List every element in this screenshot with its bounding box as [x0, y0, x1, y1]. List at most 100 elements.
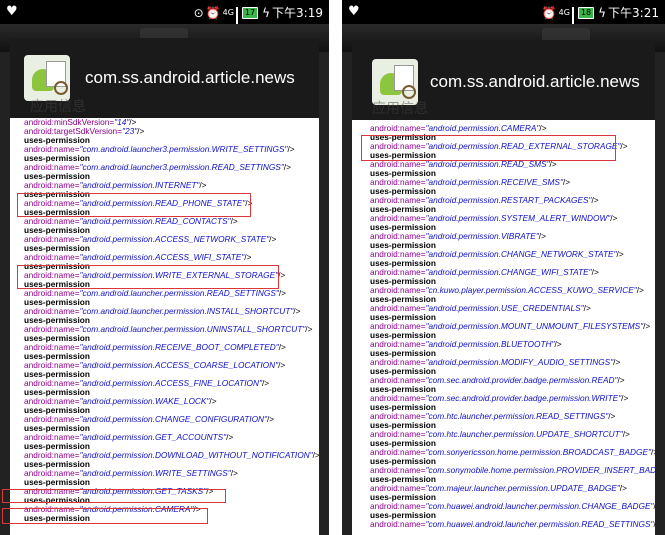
status-time: 下午3:21 — [608, 6, 659, 20]
network-type: 4G — [222, 8, 234, 17]
permission-name-line: android:name="com.huawei.android.launche… — [370, 520, 655, 529]
attr-value: "com.huawei.android.launcher.permission.… — [425, 519, 654, 529]
attr-value: "android.permission.CHANGE_WIFI_STATE" — [425, 267, 592, 277]
tag-close: /> — [608, 411, 616, 421]
network-type: 4G — [558, 8, 570, 17]
tag-close: /> — [538, 231, 546, 241]
attr-value: "com.android.launcher.permission.INSTALL… — [79, 306, 294, 316]
status-bar: ♥ ⏰ 4G 18 ϟ 下午3:21 — [342, 0, 665, 34]
tag-close: /> — [312, 450, 319, 460]
attr-value: "android.permission.INTERNET" — [79, 180, 200, 190]
tag-close: /> — [620, 141, 628, 151]
attr-value: "android.permission.DOWNLOAD_WITHOUT_NOT… — [79, 450, 313, 460]
manifest-permission-list[interactable]: android:name= "android.permission.CAMERA"… — [352, 124, 655, 535]
attr-value: "com.android.launcher3.permission.WRITE_… — [79, 144, 288, 154]
tag-close: /> — [278, 342, 286, 352]
battery-icon: 18 — [577, 6, 595, 19]
signal-icon — [571, 7, 574, 34]
attr-value: "android.permission.MODIFY_AUDIO_SETTING… — [425, 357, 614, 367]
attr-value: "com.majeur.launcher.permission.UPDATE_B… — [425, 483, 620, 493]
attr-value: "android.permission.GET_ACCOUNTS" — [79, 432, 227, 442]
attr-value: "android.permission.WAKE_LOCK" — [79, 396, 210, 406]
attr-value: "android.permission.RECEIVE_SMS" — [425, 177, 563, 187]
heart-icon: ♥ — [348, 4, 360, 19]
tag-close: /> — [293, 306, 301, 316]
manifest-permission-list[interactable]: android:minSdkVersion="14"/> android:targ… — [10, 118, 319, 535]
attr-value: "com.sonymobile.home.permission.PROVIDER… — [425, 465, 655, 475]
attr-value: "com.android.launcher.permission.UNINSTA… — [79, 324, 306, 334]
dialog-title: com.ss.android.article.news — [85, 68, 295, 87]
tag-close: /> — [226, 432, 234, 442]
charging-icon: ϟ — [598, 5, 607, 20]
tag-close: /> — [643, 321, 651, 331]
charging-icon: ϟ — [262, 5, 271, 20]
attr-value: "android.permission.CAMERA" — [425, 124, 540, 133]
heart-icon: ♥ — [6, 4, 18, 19]
highlight-box-write-external-storage — [17, 265, 279, 289]
tag-close: /> — [591, 195, 599, 205]
tag-close: /> — [616, 249, 624, 259]
tag-close: /> — [266, 414, 275, 424]
tag-close: /> — [261, 378, 270, 388]
attr-value: "android.permission.CHANGE_NETWORK_STATE… — [425, 249, 617, 259]
attr-name: android:name= — [370, 519, 426, 529]
attr-value: "android.permission.RESTART_PACKAGES" — [425, 195, 592, 205]
background-ghost-label: 应用信息 — [372, 100, 428, 116]
tag-close: /> — [230, 468, 238, 478]
attr-value: "com.sec.android.provider.badge.permissi… — [425, 393, 622, 403]
tag-close: /> — [562, 177, 571, 187]
attr-value: "23" — [122, 126, 138, 136]
tag-close: /> — [554, 339, 562, 349]
tag-close: /> — [278, 360, 286, 370]
attr-value: "com.htc.launcher.permission.READ_SETTIN… — [425, 411, 609, 421]
permission-dialog: com.ss.android.article.news 应用信息 android… — [352, 40, 655, 535]
alarm-icon: ⏰ — [541, 5, 557, 20]
attr-value: "android.permission.ACCESS_COARSE_LOCATI… — [79, 360, 279, 370]
location-icon: ⊙ — [193, 5, 204, 20]
attr-value: "com.android.launcher3.permission.READ_S… — [79, 162, 284, 172]
tag-close: /> — [650, 447, 655, 457]
attr-value: "android.permission.USE_CREDENTIALS" — [425, 303, 584, 313]
status-time: 下午3:19 — [272, 6, 323, 20]
tag-close: /> — [591, 267, 599, 277]
background-ghost-label: 应用信息 — [30, 98, 86, 114]
attr-value: "android.permission.VIBRATE" — [425, 231, 539, 241]
tag-close: /> — [278, 288, 287, 298]
highlight-box-read-external-storage — [361, 135, 616, 161]
attr-value: "android.permission.WRITE_SETTINGS" — [79, 468, 231, 478]
tag-close: /> — [621, 393, 629, 403]
attr-value: "android.permission.SYSTEM_ALERT_WINDOW" — [425, 213, 611, 223]
tag-close: /> — [137, 126, 145, 136]
tag-close: /> — [653, 501, 655, 511]
tag-close: /> — [278, 270, 286, 280]
attr-value: "android.permission.BLUETOOTH" — [425, 339, 555, 349]
tag-close: /> — [617, 375, 625, 385]
tag-close: /> — [610, 213, 618, 223]
tag-close: /> — [283, 162, 291, 172]
dialog-title: com.ss.android.article.news — [430, 72, 640, 91]
attr-value: "com.htc.launcher.permission.UPDATE_SHOR… — [425, 429, 623, 439]
attr-value: "android.permission.MOUNT_UNMOUNT_FILESY… — [425, 321, 644, 331]
tag-close: /> — [269, 234, 277, 244]
tag-close: /> — [583, 303, 591, 313]
tag-close: /> — [244, 252, 252, 262]
tag-close: /> — [539, 124, 547, 133]
battery-icon: 17 — [241, 6, 259, 19]
tag-close: /> — [209, 396, 217, 406]
highlight-box-get-tasks — [2, 489, 226, 503]
alarm-icon: ⏰ — [205, 5, 221, 20]
tag-close: /> — [287, 144, 295, 154]
highlight-box-read-phone-state — [17, 193, 251, 217]
tag-close: /> — [622, 429, 630, 439]
attr-value: "android.permission.CHANGE_CONFIGURATION… — [79, 414, 267, 424]
tag-close: /> — [619, 483, 627, 493]
attr-value: "android.permission.ACCESS_NETWORK_STATE… — [79, 234, 270, 244]
attr-value: "com.sonyericsson.home.permission.BROADC… — [425, 447, 651, 457]
tag-close: /> — [230, 216, 238, 226]
tag-close: /> — [613, 357, 621, 367]
status-bar: ♥ ⊙ ⏰ 4G 17 ϟ 下午3:19 — [0, 0, 329, 34]
tag-close: /> — [305, 324, 313, 334]
attr-value: "android.permission.READ_CONTACTS" — [79, 216, 231, 226]
phone-screen-right: ♥ ⏰ 4G 18 ϟ 下午3:21 com.ss.android.articl… — [342, 0, 665, 535]
tag-close: /> — [199, 180, 207, 190]
